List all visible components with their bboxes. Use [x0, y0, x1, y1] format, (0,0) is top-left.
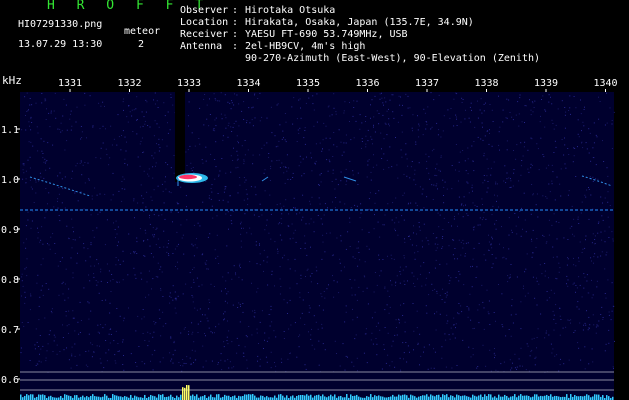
observer-label: Observer — [180, 5, 229, 16]
datetime-text: 13.07.29 13:30 — [18, 39, 103, 50]
location-colon: : — [232, 17, 239, 28]
antenna-label: Antenna — [180, 41, 223, 52]
freq-tick-label: 0.6 — [1, 375, 19, 386]
time-tick-label: 1338 — [474, 78, 498, 89]
spectrogram-plot: 1331 1332 1333 1334 1335 1336 1337 1338 1339 1340… — [0, 74, 629, 400]
antenna-colon: : — [232, 41, 239, 52]
spectrogram-area — [20, 92, 614, 400]
meteor-label: meteor — [124, 26, 161, 37]
freq-unit-label: kHz — [2, 74, 22, 87]
antenna-value-2: 90-270-Azimuth (East-West), 90-Elevation… — [245, 53, 541, 64]
header-panel: H R O F F T HI07291330.png 13.07.29 13:3… — [0, 0, 629, 74]
observer-colon: : — [232, 5, 239, 16]
time-tick-label: 1334 — [236, 78, 260, 89]
time-tick-label: 1331 — [58, 78, 82, 89]
receiver-label: Receiver — [180, 29, 229, 40]
time-tick-label: 1335 — [296, 78, 320, 89]
time-tick-label: 1337 — [415, 78, 439, 89]
filename-text: HI07291330.png — [18, 19, 103, 30]
time-tick-label: 1332 — [117, 78, 141, 89]
location-label: Location — [180, 17, 229, 28]
freq-tick-label: 0.9 — [1, 225, 19, 236]
meteor-count: 2 — [138, 39, 145, 50]
freq-tick-label: 0.8 — [1, 275, 19, 286]
antenna-value: 2el-HB9CV, 4m's high — [245, 41, 366, 52]
time-tick-label: 1336 — [355, 78, 379, 89]
freq-tick-label: 1.0 — [1, 175, 19, 186]
time-tick-label: 1339 — [534, 78, 558, 89]
freq-tick-label: 1.1 — [1, 125, 19, 136]
gap-band — [175, 92, 185, 182]
observer-value: Hirotaka Otsuka — [245, 5, 336, 16]
freq-tick-label: 0.7 — [1, 325, 19, 336]
receiver-value: YAESU FT-690 53.749MHz, USB — [245, 29, 408, 40]
receiver-colon: : — [232, 29, 239, 40]
time-tick-label: 1340 — [593, 78, 617, 89]
time-tick-label: 1333 — [177, 78, 201, 89]
location-value: Hirakata, Osaka, Japan (135.7E, 34.9N) — [245, 17, 474, 28]
